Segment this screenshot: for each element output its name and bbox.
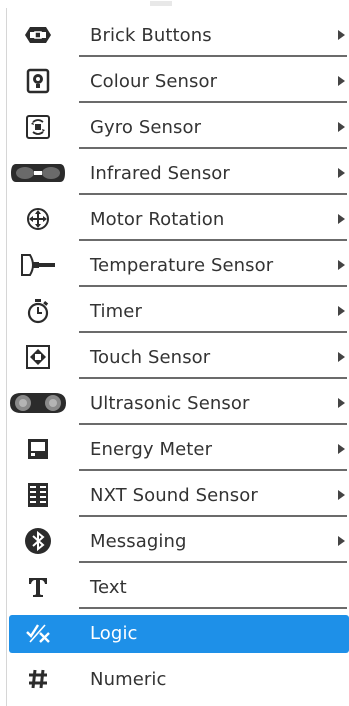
data-wire-type-menu: Brick Buttons Colour Sensor Gyro Sensor … <box>6 8 349 706</box>
menu-item-label: Brick Buttons <box>90 25 212 46</box>
divider <box>79 515 347 517</box>
menu-item-messaging[interactable]: Messaging <box>7 518 349 564</box>
messaging-icon <box>9 522 67 560</box>
divider <box>79 607 347 609</box>
text-icon <box>9 568 67 606</box>
menu-item-label: Temperature Sensor <box>90 255 274 276</box>
divider <box>79 561 347 563</box>
submenu-arrow-icon <box>338 352 345 362</box>
menu-item-gyro-sensor[interactable]: Gyro Sensor <box>7 104 349 150</box>
divider <box>79 377 347 379</box>
submenu-arrow-icon <box>338 444 345 454</box>
submenu-arrow-icon <box>338 168 345 178</box>
submenu-arrow-icon <box>338 490 345 500</box>
divider <box>79 55 347 57</box>
motor-rotation-icon <box>9 200 67 238</box>
menu-item-label: Energy Meter <box>90 439 213 460</box>
ultrasonic-sensor-icon <box>9 384 67 422</box>
infrared-sensor-icon <box>9 154 67 192</box>
menu-item-ultrasonic-sensor[interactable]: Ultrasonic Sensor <box>7 380 349 426</box>
partial-element <box>150 1 172 6</box>
menu-item-label: Text <box>90 577 127 598</box>
menu-item-label: Timer <box>90 301 142 322</box>
divider <box>79 239 347 241</box>
menu-item-energy-meter[interactable]: Energy Meter <box>7 426 349 472</box>
menu-item-temperature-sensor[interactable]: Temperature Sensor <box>7 242 349 288</box>
temperature-sensor-icon <box>9 246 67 284</box>
menu-item-label: Numeric <box>90 669 167 690</box>
submenu-arrow-icon <box>338 122 345 132</box>
submenu-arrow-icon <box>338 306 345 316</box>
menu-item-label: Ultrasonic Sensor <box>90 393 250 414</box>
gyro-sensor-icon <box>9 108 67 146</box>
menu-item-numeric[interactable]: Numeric <box>7 656 349 702</box>
nxt-sound-sensor-icon <box>9 476 67 514</box>
menu-item-label: NXT Sound Sensor <box>90 485 258 506</box>
menu-item-label: Colour Sensor <box>90 71 218 92</box>
menu-item-motor-rotation[interactable]: Motor Rotation <box>7 196 349 242</box>
menu-item-label: Motor Rotation <box>90 209 225 230</box>
menu-item-colour-sensor[interactable]: Colour Sensor <box>7 58 349 104</box>
submenu-arrow-icon <box>338 76 345 86</box>
submenu-arrow-icon <box>338 536 345 546</box>
menu-item-text[interactable]: Text <box>7 564 349 610</box>
divider <box>79 469 347 471</box>
timer-icon <box>9 292 67 330</box>
submenu-arrow-icon <box>338 398 345 408</box>
colour-sensor-icon <box>9 62 67 100</box>
menu-item-label: Gyro Sensor <box>90 117 202 138</box>
divider <box>79 285 347 287</box>
menu-item-label: Logic <box>90 623 138 644</box>
touch-sensor-icon <box>9 338 67 376</box>
menu-item-brick-buttons[interactable]: Brick Buttons <box>7 12 349 58</box>
menu-item-label: Touch Sensor <box>90 347 211 368</box>
menu-item-infrared-sensor[interactable]: Infrared Sensor <box>7 150 349 196</box>
submenu-arrow-icon <box>338 30 345 40</box>
menu-item-logic[interactable]: Logic <box>7 610 349 656</box>
divider <box>79 193 347 195</box>
menu-item-label: Messaging <box>90 531 187 552</box>
menu-item-touch-sensor[interactable]: Touch Sensor <box>7 334 349 380</box>
menu-item-label: Infrared Sensor <box>90 163 230 184</box>
logic-icon <box>9 614 67 652</box>
submenu-arrow-icon <box>338 260 345 270</box>
energy-meter-icon <box>9 430 67 468</box>
divider <box>79 423 347 425</box>
brick-buttons-icon <box>9 16 67 54</box>
menu-item-timer[interactable]: Timer <box>7 288 349 334</box>
divider <box>79 101 347 103</box>
divider <box>79 331 347 333</box>
submenu-arrow-icon <box>338 214 345 224</box>
numeric-icon <box>9 660 67 698</box>
menu-item-nxt-sound-sensor[interactable]: NXT Sound Sensor <box>7 472 349 518</box>
divider <box>79 147 347 149</box>
